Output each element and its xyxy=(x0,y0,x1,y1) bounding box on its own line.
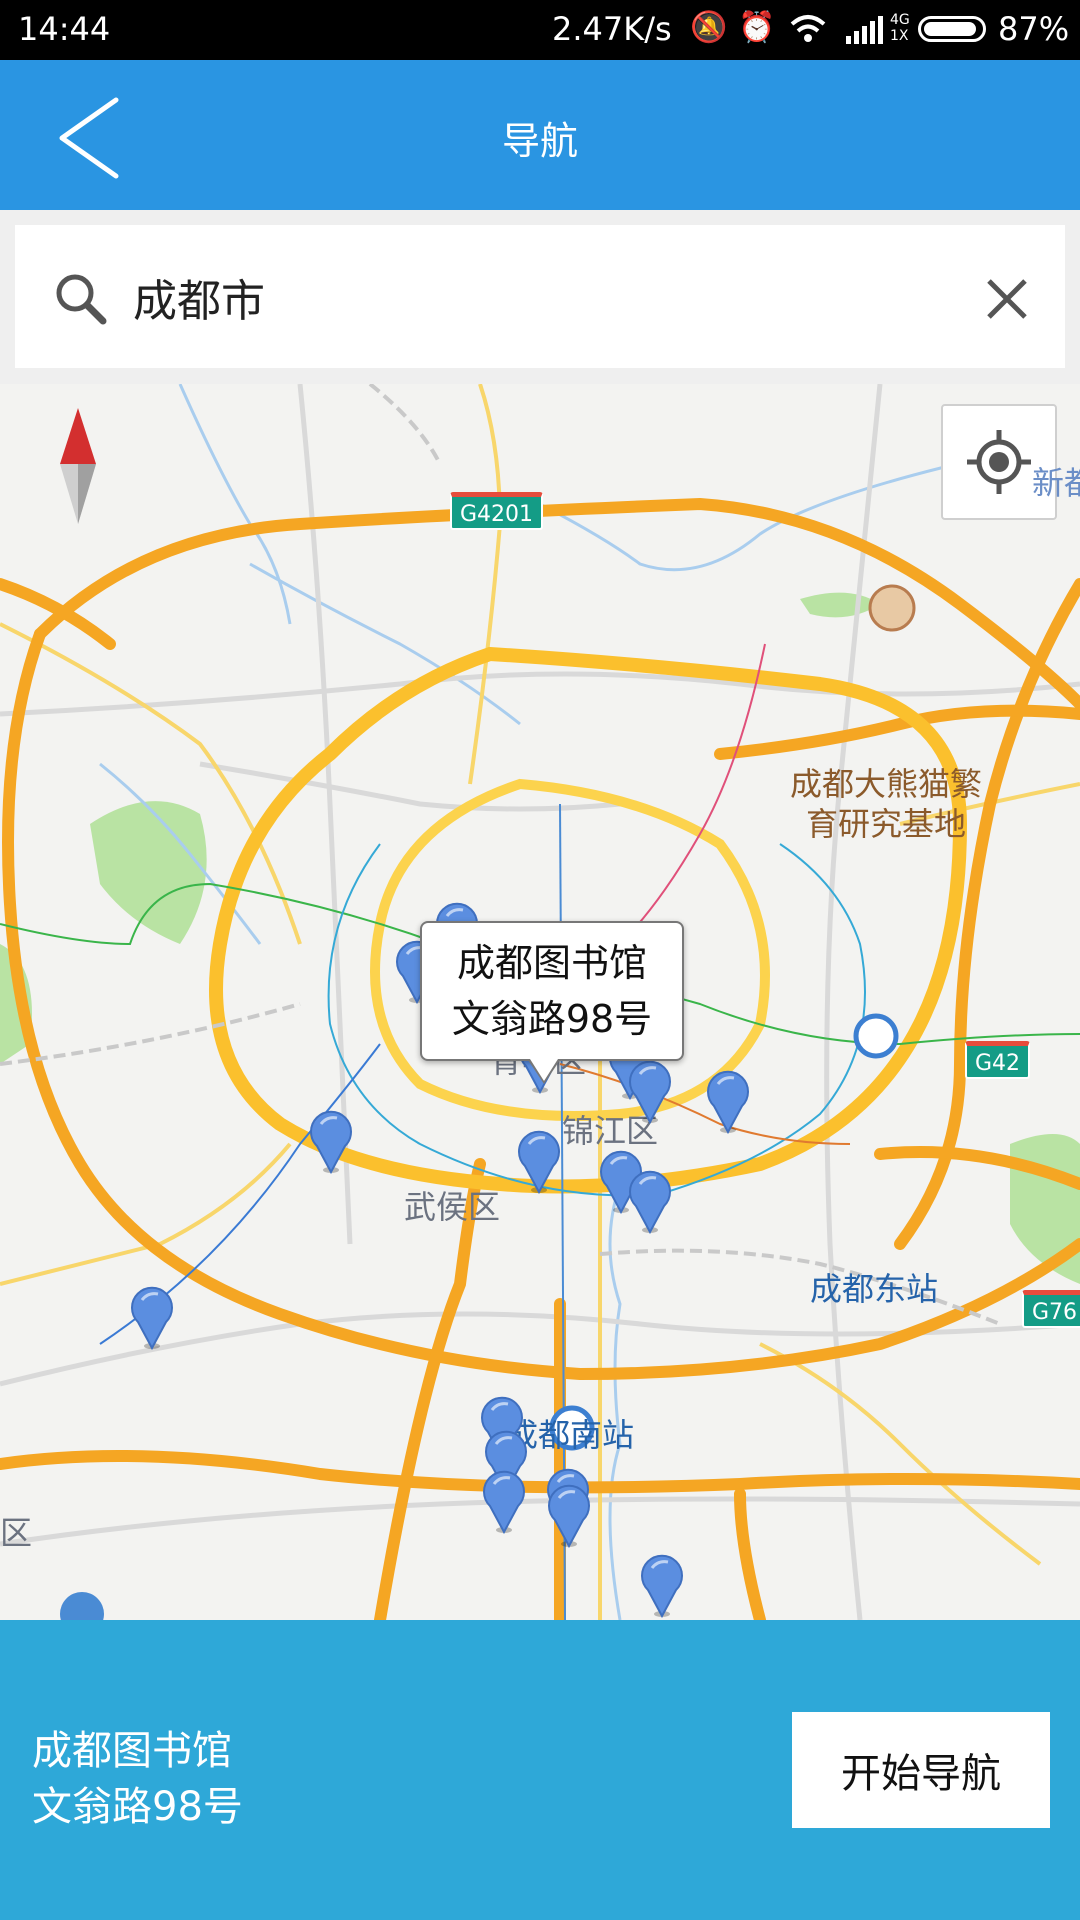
map-marker[interactable] xyxy=(545,1482,593,1549)
app-bar: 导航 xyxy=(0,60,1080,210)
road-shield-g76: G76 xyxy=(1022,1290,1080,1328)
map-marker[interactable] xyxy=(626,1058,674,1125)
map-marker[interactable] xyxy=(128,1284,176,1351)
map-label-xindu: 新都 xyxy=(1032,464,1080,502)
map-marker[interactable] xyxy=(515,1128,563,1195)
status-bar: 14:44 2.47K/s 🔕 ⏰ 4G 1X 87% xyxy=(0,0,1080,60)
start-navigation-button[interactable]: 开始导航 xyxy=(792,1712,1050,1828)
place-address: 文翁路98号 xyxy=(32,1784,243,1830)
place-name: 成都图书馆 xyxy=(32,1728,232,1774)
network-speed: 2.47K/s xyxy=(552,10,672,48)
search-area xyxy=(0,210,1080,384)
map-marker[interactable] xyxy=(626,1168,674,1235)
bottom-panel: 成都图书馆 文翁路98号 开始导航 xyxy=(0,1620,1080,1920)
callout-address: 文翁路98号 xyxy=(451,997,653,1041)
signal-icon xyxy=(846,16,883,44)
search-input[interactable] xyxy=(133,255,953,339)
status-time: 14:44 xyxy=(18,10,111,48)
signal-type: 4G 1X xyxy=(890,12,910,44)
mute-icon: 🔕 xyxy=(690,10,728,45)
map-view[interactable]: G4201 G42 G76 新都 成都大熊猫繁 育研究基地 锦江区 武侯区 青羊… xyxy=(0,384,1080,1620)
locate-icon xyxy=(967,430,1031,494)
map-marker[interactable] xyxy=(480,1468,528,1535)
search-box[interactable] xyxy=(15,225,1065,368)
map-marker[interactable] xyxy=(704,1068,752,1135)
search-icon xyxy=(56,274,107,325)
battery-percent: 87% xyxy=(998,10,1070,48)
map-callout[interactable]: 成都图书馆 文翁路98号 xyxy=(420,921,684,1084)
map-label-panda-base: 成都大熊猫繁 育研究基地 xyxy=(790,765,983,843)
compass-icon[interactable] xyxy=(56,408,100,524)
alarm-icon: ⏰ xyxy=(738,10,776,45)
wifi-icon xyxy=(790,15,826,42)
map-label-left-partial: 区 xyxy=(0,1514,33,1552)
page-title: 导航 xyxy=(501,119,578,163)
road-shield-g42: G42 xyxy=(965,1041,1031,1079)
map-label-east-station: 成都东站 xyxy=(810,1270,939,1308)
map-label-wuhou: 武侯区 xyxy=(404,1188,501,1226)
battery-icon xyxy=(918,16,986,42)
close-icon[interactable] xyxy=(979,271,1035,327)
map-marker[interactable] xyxy=(307,1108,355,1175)
map-marker[interactable] xyxy=(638,1552,686,1619)
road-shield-g4201: G4201 xyxy=(450,492,544,530)
callout-name: 成都图书馆 xyxy=(456,941,647,985)
